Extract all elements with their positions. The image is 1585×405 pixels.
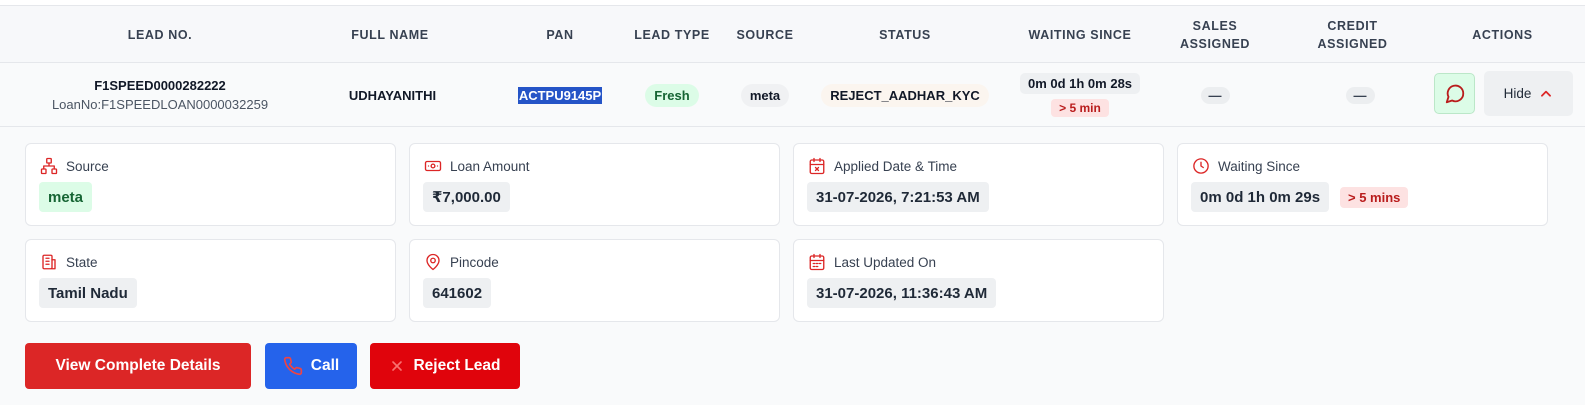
state-label: State	[66, 255, 98, 270]
source-cell: meta	[725, 63, 805, 127]
hide-button[interactable]: Hide	[1484, 71, 1573, 116]
state-card: State Tamil Nadu	[25, 239, 396, 322]
chat-icon	[1445, 84, 1464, 103]
building-icon	[42, 254, 56, 270]
hierarchy-icon	[40, 157, 58, 175]
header-credit-line1: CREDIT	[1327, 19, 1378, 33]
table-header: LEAD NO. FULL NAME PAN LEAD TYPE SOURCE …	[0, 5, 1585, 63]
credit-assigned-value: —	[1345, 86, 1375, 104]
pincode-card: Pincode 641602	[409, 239, 780, 322]
status-badge: REJECT_AADHAR_KYC	[821, 83, 989, 107]
header-full-name: FULL NAME	[351, 28, 429, 42]
lead-no-cell: F1SPEED0000282222 LoanNo:F1SPEEDLOAN0000…	[30, 63, 290, 127]
header-waiting-since: WAITING SINCE	[1028, 28, 1132, 42]
header-actions: ACTIONS	[1472, 28, 1533, 42]
waiting-since-cell: 0m 0d 1h 0m 28s > 5 min	[1000, 63, 1160, 127]
reject-lead-label: Reject Lead	[413, 357, 501, 374]
hide-label: Hide	[1503, 86, 1532, 101]
waiting-since-value: 0m 0d 1h 0m 29s	[1191, 182, 1330, 212]
last-updated-label: Last Updated On	[834, 255, 937, 270]
loan-amount-card: Loan Amount ₹7,000.00	[409, 143, 780, 226]
banknote-icon	[424, 160, 442, 172]
applied-date-value: 31-07-2026, 7:21:53 AM	[807, 182, 989, 212]
pan-cell: ACTPU9145P	[505, 63, 615, 127]
lead-number: F1SPEED0000282222	[94, 78, 226, 93]
header-source: SOURCE	[736, 28, 794, 42]
header-status: STATUS	[879, 28, 931, 42]
status-cell: REJECT_AADHAR_KYC	[810, 63, 1000, 127]
call-label: Call	[310, 357, 340, 374]
loan-amount-label: Loan Amount	[450, 159, 530, 174]
source-value: meta	[39, 182, 93, 212]
source-card: Source meta	[25, 143, 396, 226]
waiting-time: 0m 0d 1h 0m 28s	[1019, 73, 1141, 94]
full-name-cell: UDHAYANITHI	[310, 63, 475, 127]
chevron-up-icon	[1541, 90, 1552, 97]
view-complete-details-label: View Complete Details	[55, 357, 221, 374]
waiting-since-label: Waiting Since	[1218, 159, 1301, 174]
header-pan: PAN	[546, 28, 574, 42]
lead-type-badge: Fresh	[645, 83, 699, 107]
pincode-label: Pincode	[450, 255, 499, 270]
sales-assigned-cell: —	[1180, 63, 1250, 127]
header-lead-no: LEAD NO.	[127, 28, 193, 42]
header-sales-line1: SALES	[1192, 19, 1238, 33]
pan-number[interactable]: ACTPU9145P	[517, 86, 603, 104]
waiting-since-card: Waiting Since 0m 0d 1h 0m 29s > 5 mins	[1177, 143, 1548, 226]
lead-type-cell: Fresh	[627, 63, 717, 127]
clock-icon	[1193, 158, 1209, 174]
map-pin-icon	[426, 253, 440, 271]
loan-number: LoanNo:F1SPEEDLOAN0000032259	[51, 97, 269, 112]
header-credit-line2: ASSIGNED	[1317, 37, 1388, 51]
pincode-value: 641602	[423, 278, 492, 308]
applied-date-card: Applied Date & Time 31-07-2026, 7:21:53 …	[793, 143, 1164, 226]
table-row[interactable]: F1SPEED0000282222 LoanNo:F1SPEEDLOAN0000…	[0, 63, 1585, 127]
last-updated-value: 31-07-2026, 11:36:43 AM	[807, 278, 997, 308]
state-value: Tamil Nadu	[39, 278, 137, 308]
chat-button[interactable]	[1434, 73, 1475, 114]
header-credit-assigned: CREDIT ASSIGNED	[1305, 6, 1400, 64]
phone-icon	[283, 356, 302, 376]
close-icon	[392, 361, 403, 371]
loan-amount-value: ₹7,000.00	[423, 182, 510, 212]
header-sales-assigned: SALES ASSIGNED	[1170, 6, 1260, 64]
header-lead-type: LEAD TYPE	[634, 28, 710, 42]
call-button[interactable]: Call	[265, 343, 357, 389]
reject-lead-button[interactable]: Reject Lead	[370, 343, 520, 389]
source-badge: meta	[740, 83, 790, 107]
calendar-icon	[809, 253, 825, 271]
full-name: UDHAYANITHI	[348, 87, 437, 103]
credit-assigned-cell: —	[1325, 63, 1395, 127]
source-label: Source	[66, 159, 109, 174]
waiting-badge: > 5 min	[1051, 99, 1109, 117]
header-sales-line2: ASSIGNED	[1179, 37, 1251, 51]
sales-assigned-value: —	[1200, 86, 1230, 104]
waiting-since-badge: > 5 mins	[1340, 187, 1409, 208]
view-complete-details-button[interactable]: View Complete Details	[25, 343, 251, 389]
applied-date-label: Applied Date & Time	[834, 159, 958, 174]
last-updated-card: Last Updated On 31-07-2026, 11:36:43 AM	[793, 239, 1164, 322]
calendar-x-icon	[809, 157, 825, 175]
